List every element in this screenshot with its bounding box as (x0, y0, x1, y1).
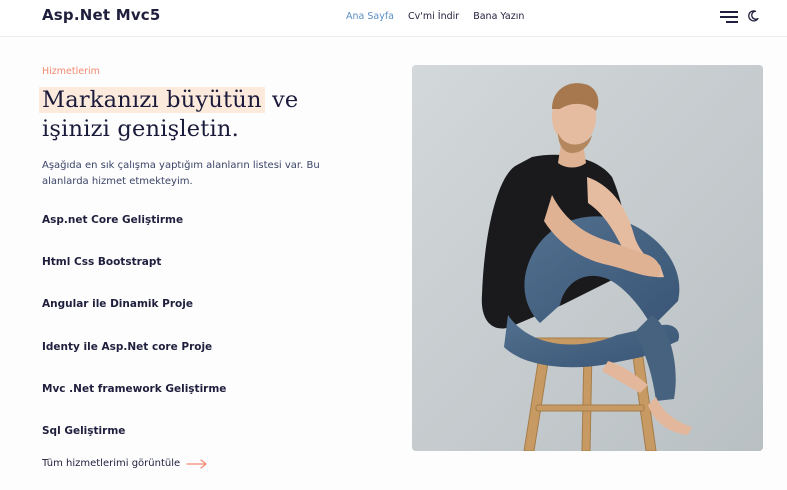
services-section: Hizmetlerim Markanızı büyütün ve işinizi… (0, 37, 787, 490)
headline-highlight: Markanızı büyütün (39, 87, 265, 113)
section-eyebrow: Hizmetlerim (42, 66, 100, 77)
service-item[interactable]: Angular ile Dinamik Proje (42, 298, 226, 340)
nav-home-link[interactable]: Ana Sayfa (346, 11, 394, 22)
hamburger-menu-icon[interactable] (718, 9, 738, 23)
site-header: Asp.Net Mvc5 Ana Sayfa Cv'mi İndir Bana … (0, 0, 787, 37)
section-intro: Aşağıda en sık çalışma yaptığım alanları… (42, 160, 320, 187)
brand-logo[interactable]: Asp.Net Mvc5 (42, 6, 161, 24)
service-item[interactable]: Mvc .Net framework Geliştirme (42, 383, 226, 425)
service-item[interactable]: Asp.net Core Geliştirme (42, 214, 226, 256)
services-list: Asp.net Core Geliştirme Html Css Bootstr… (42, 214, 226, 467)
moon-icon[interactable] (746, 8, 760, 22)
service-item[interactable]: Identy ile Asp.Net core Proje (42, 341, 226, 383)
view-all-label: Tüm hizmetlerimi görüntüle (42, 458, 181, 469)
arrow-right-icon (186, 458, 207, 469)
nav-contact-link[interactable]: Bana Yazın (473, 11, 524, 22)
service-item[interactable]: Html Css Bootstrapt (42, 256, 226, 298)
view-all-services-link[interactable]: Tüm hizmetlerimi görüntüle (42, 458, 208, 469)
nav-download-cv-link[interactable]: Cv'mi İndir (408, 11, 459, 22)
hero-photo (412, 65, 763, 451)
main-nav: Ana Sayfa Cv'mi İndir Bana Yazın (346, 11, 524, 22)
section-headline: Markanızı büyütün ve işinizi genişletin. (39, 86, 372, 144)
